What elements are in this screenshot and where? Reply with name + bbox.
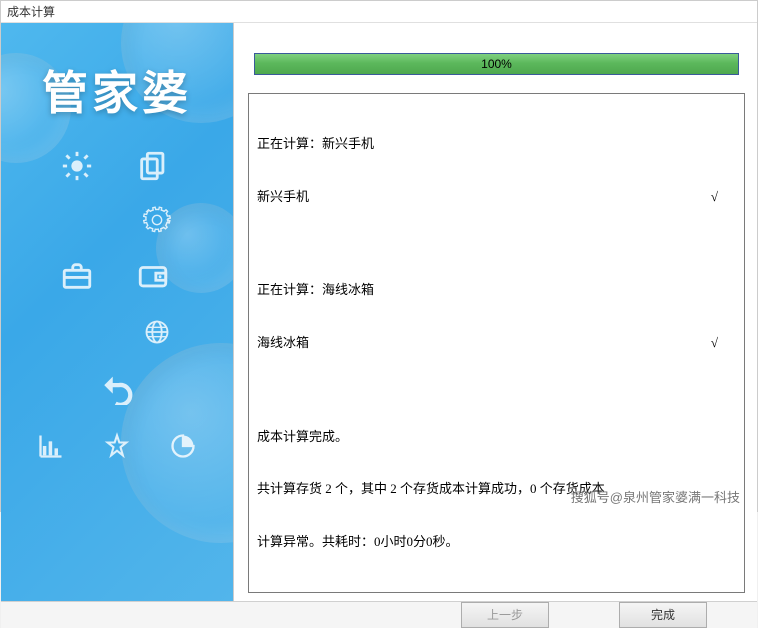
progress-label: 100% [481,57,512,71]
log-item: 新兴手机 [257,188,309,206]
star-icon [99,428,135,464]
log-item: 海线冰箱 [257,334,309,352]
log-line: 新兴手机 √ [257,188,736,206]
prev-button[interactable]: 上一步 [461,602,549,628]
log-line: 正在计算：海线冰箱 [257,281,736,299]
bar-chart-icon [33,428,69,464]
log-summary: 共计算存货 2 个，其中 2 个存货成本计算成功，0 个存货成本 [257,480,736,498]
spacer [257,387,736,393]
sidebar-banner: 管家婆 [1,23,233,601]
log-line: 海线冰箱 √ [257,334,736,352]
sun-icon [59,148,95,184]
log-output: 正在计算：新兴手机 新兴手机 √ 正在计算：海线冰箱 海线冰箱 √ 成本计算完成… [248,93,745,593]
brand-title: 管家婆 [1,57,233,123]
dialog-window: 成本计算 管家婆 [0,0,758,512]
log-summary: 计算异常。共耗时：0小时0分0秒。 [257,533,736,551]
log-done: 成本计算完成。 [257,428,736,446]
progress-bar: 100% [254,53,739,75]
spacer [257,240,736,246]
content-area: 管家婆 [1,23,757,601]
button-bar: 上一步 完成 [1,601,757,628]
main-panel: 100% 正在计算：新兴手机 新兴手机 √ 正在计算：海线冰箱 海线冰箱 √ 成… [233,23,757,601]
briefcase-icon [59,258,95,294]
window-title: 成本计算 [1,1,757,23]
gear-icon [139,202,175,238]
copy-icon [135,148,171,184]
pie-chart-icon [165,428,201,464]
check-icon: √ [711,188,736,206]
progress-container: 100% [248,53,745,75]
globe-icon [139,314,175,350]
undo-icon [99,370,135,406]
finish-button[interactable]: 完成 [619,602,707,628]
wallet-icon [135,258,171,294]
check-icon: √ [711,334,736,352]
sidebar-icon-grid [29,148,209,488]
log-line: 正在计算：新兴手机 [257,135,736,153]
